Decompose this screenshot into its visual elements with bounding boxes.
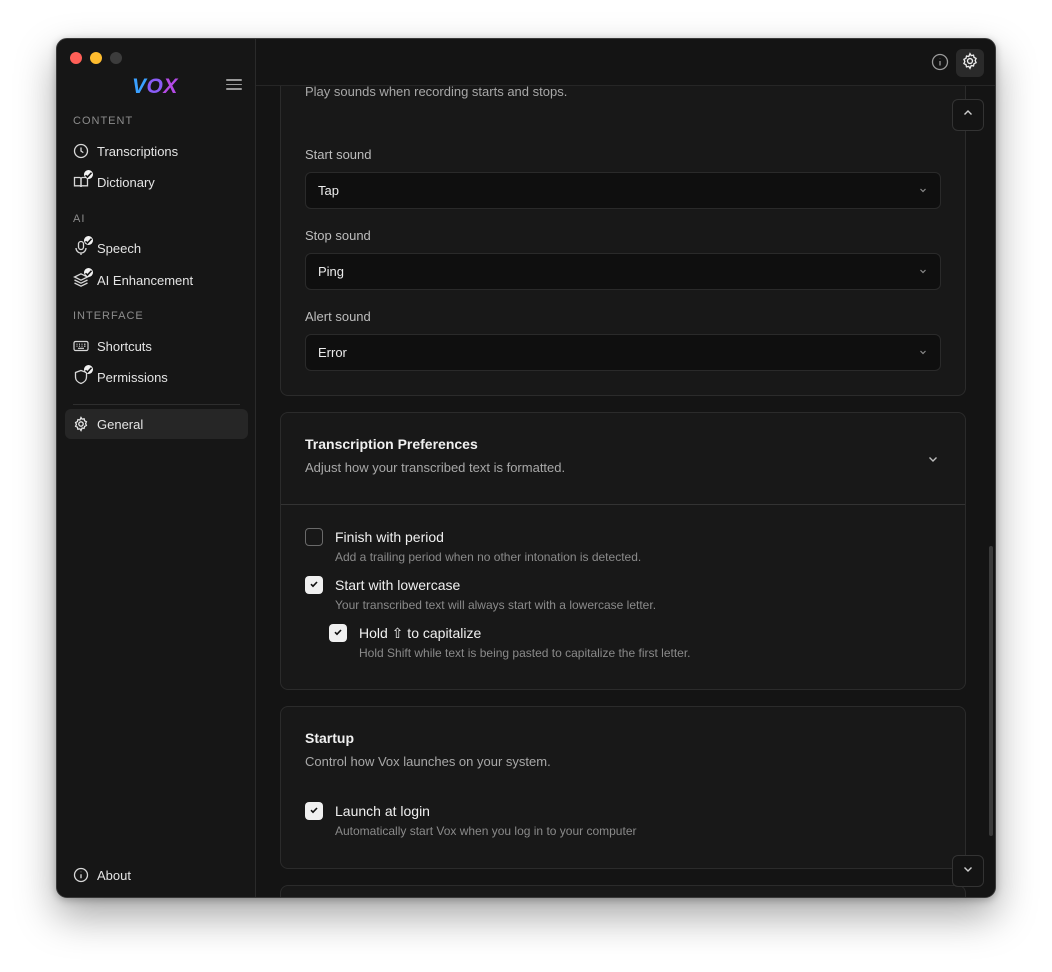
transcription-preferences-title: Transcription Preferences [305, 436, 478, 452]
stop-sound-select[interactable]: Ping [305, 253, 941, 290]
chevron-down-icon [927, 452, 939, 470]
chevron-down-icon [918, 345, 928, 360]
chevron-up-icon [962, 106, 974, 124]
scrollbar[interactable] [989, 546, 993, 836]
app-logo: VOX [132, 75, 178, 98]
check-badge-icon [84, 268, 93, 277]
main-content: Play sounds when recording starts and st… [256, 86, 995, 897]
sidebar-item-label: About [97, 867, 131, 883]
alert-sound-value: Error [318, 345, 347, 360]
chevron-down-icon [962, 862, 974, 880]
transcription-preferences-header[interactable]: Transcription Preferences Adjust how you… [281, 413, 965, 505]
sidebar-item-general[interactable]: General [65, 409, 248, 439]
checkmark-icon [333, 624, 343, 642]
info-icon[interactable] [931, 53, 949, 71]
sidebar: VOX CONTENT Transcriptions Dictionary AI… [57, 39, 256, 897]
launch-at-login-label: Launch at login [335, 803, 430, 819]
section-title-ai: AI [73, 213, 86, 225]
gear-icon [73, 416, 89, 432]
layers-icon [73, 268, 93, 288]
sidebar-item-label: Transcriptions [97, 143, 179, 159]
minimize-window-button[interactable] [90, 52, 102, 64]
zoom-window-button[interactable] [110, 52, 122, 64]
sidebar-item-label: General [97, 416, 144, 432]
launch-at-login-description: Automatically start Vox when you log in … [335, 824, 637, 838]
keyboard-icon [73, 338, 89, 354]
sidebar-item-transcriptions[interactable]: Transcriptions [65, 136, 248, 166]
chevron-down-icon [918, 264, 928, 279]
alert-sound-select[interactable]: Error [305, 334, 941, 371]
window-controls [70, 52, 122, 64]
hold-shift-capitalize-label: Hold ⇧ to capitalize [359, 625, 482, 641]
start-with-lowercase-checkbox[interactable] [305, 576, 323, 594]
sidebar-divider [73, 404, 240, 405]
launch-at-login-checkbox[interactable] [305, 802, 323, 820]
sidebar-item-speech[interactable]: Speech [65, 233, 248, 263]
sidebar-toggle-menu-icon[interactable] [226, 79, 242, 93]
transcription-preferences-description: Adjust how your transcribed text is form… [305, 460, 566, 475]
startup-title: Startup [305, 730, 354, 746]
sidebar-item-label: AI Enhancement [97, 272, 194, 288]
scroll-down-button[interactable] [952, 855, 984, 887]
clock-icon [73, 143, 89, 159]
section-title-content: CONTENT [73, 115, 134, 127]
stop-sound-label: Stop sound [305, 228, 371, 243]
sidebar-item-shortcuts[interactable]: Shortcuts [65, 331, 248, 361]
microphone-icon [73, 236, 93, 256]
toolbar [256, 39, 995, 86]
shield-icon [73, 365, 93, 385]
book-icon [73, 170, 93, 190]
sidebar-item-label: Dictionary [97, 174, 155, 190]
sidebar-item-ai-enhancement[interactable]: AI Enhancement [65, 265, 248, 295]
sidebar-item-dictionary[interactable]: Dictionary [65, 167, 248, 197]
finish-with-period-description: Add a trailing period when no other into… [335, 550, 642, 564]
start-with-lowercase-label: Start with lowercase [335, 577, 461, 593]
stop-sound-value: Ping [318, 264, 345, 279]
gear-icon [961, 51, 979, 75]
check-badge-icon [84, 365, 93, 374]
close-window-button[interactable] [70, 52, 82, 64]
sidebar-item-label: Permissions [97, 369, 168, 385]
start-with-lowercase-description: Your transcribed text will always start … [335, 598, 657, 612]
finish-with-period-label: Finish with period [335, 529, 444, 545]
check-badge-icon [84, 170, 93, 179]
info-icon [73, 867, 89, 883]
startup-card: Startup Control how Vox launches on your… [280, 706, 966, 869]
checkmark-icon [309, 802, 319, 820]
app-window: VOX CONTENT Transcriptions Dictionary AI… [56, 38, 996, 898]
sidebar-item-label: Speech [97, 240, 142, 256]
check-badge-icon [84, 236, 93, 245]
sidebar-item-permissions[interactable]: Permissions [65, 362, 248, 392]
sound-card: Play sounds when recording starts and st… [280, 86, 966, 396]
start-sound-value: Tap [318, 183, 339, 198]
start-sound-select[interactable]: Tap [305, 172, 941, 209]
finish-with-period-checkbox[interactable] [305, 528, 323, 546]
sidebar-item-about[interactable]: About [65, 860, 248, 890]
hold-shift-capitalize-description: Hold Shift while text is being pasted to… [359, 646, 691, 660]
checkmark-icon [309, 576, 319, 594]
alert-sound-label: Alert sound [305, 309, 371, 324]
transcription-preferences-card: Transcription Preferences Adjust how you… [280, 412, 966, 690]
scroll-up-button[interactable] [952, 99, 984, 131]
sidebar-item-label: Shortcuts [97, 338, 152, 354]
hold-shift-capitalize-checkbox[interactable] [329, 624, 347, 642]
startup-description: Control how Vox launches on your system. [305, 754, 551, 769]
sound-description: Play sounds when recording starts and st… [305, 86, 568, 99]
settings-button[interactable] [956, 49, 984, 77]
start-sound-label: Start sound [305, 147, 372, 162]
next-card [280, 885, 966, 897]
section-title-interface: INTERFACE [73, 310, 144, 322]
chevron-down-icon [918, 183, 928, 198]
